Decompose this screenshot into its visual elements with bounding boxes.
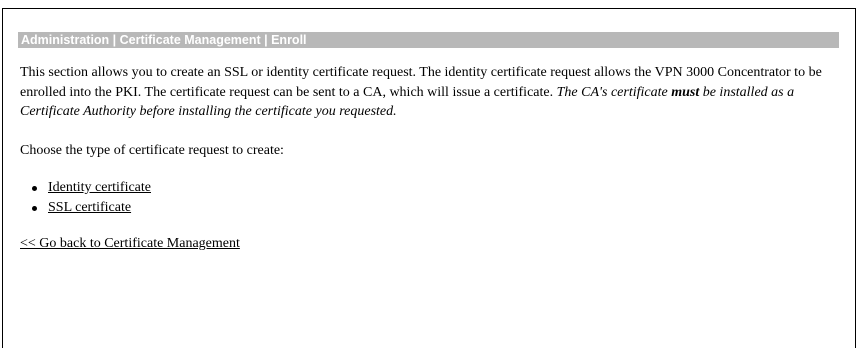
certificate-type-list: Identity certificate SSL certificate [20,178,840,218]
ssl-certificate-link[interactable]: SSL certificate [48,200,131,215]
content-area: This section allows you to create an SSL… [20,63,840,254]
choose-prompt: Choose the type of certificate request t… [20,142,284,158]
intro-paragraph: This section allows you to create an SSL… [20,63,840,122]
back-to-certificate-management-link[interactable]: << Go back to Certificate Management [20,236,240,251]
identity-certificate-link[interactable]: Identity certificate [48,180,151,195]
intro-warning-emphasis: must [671,84,700,100]
list-item-identity: Identity certificate [32,178,840,198]
breadcrumb: Administration | Certificate Management … [18,32,839,48]
intro-warning-part1: The CA's certificate [556,84,672,100]
list-item-ssl: SSL certificate [32,198,840,218]
back-link-container: << Go back to Certificate Management [20,234,840,254]
